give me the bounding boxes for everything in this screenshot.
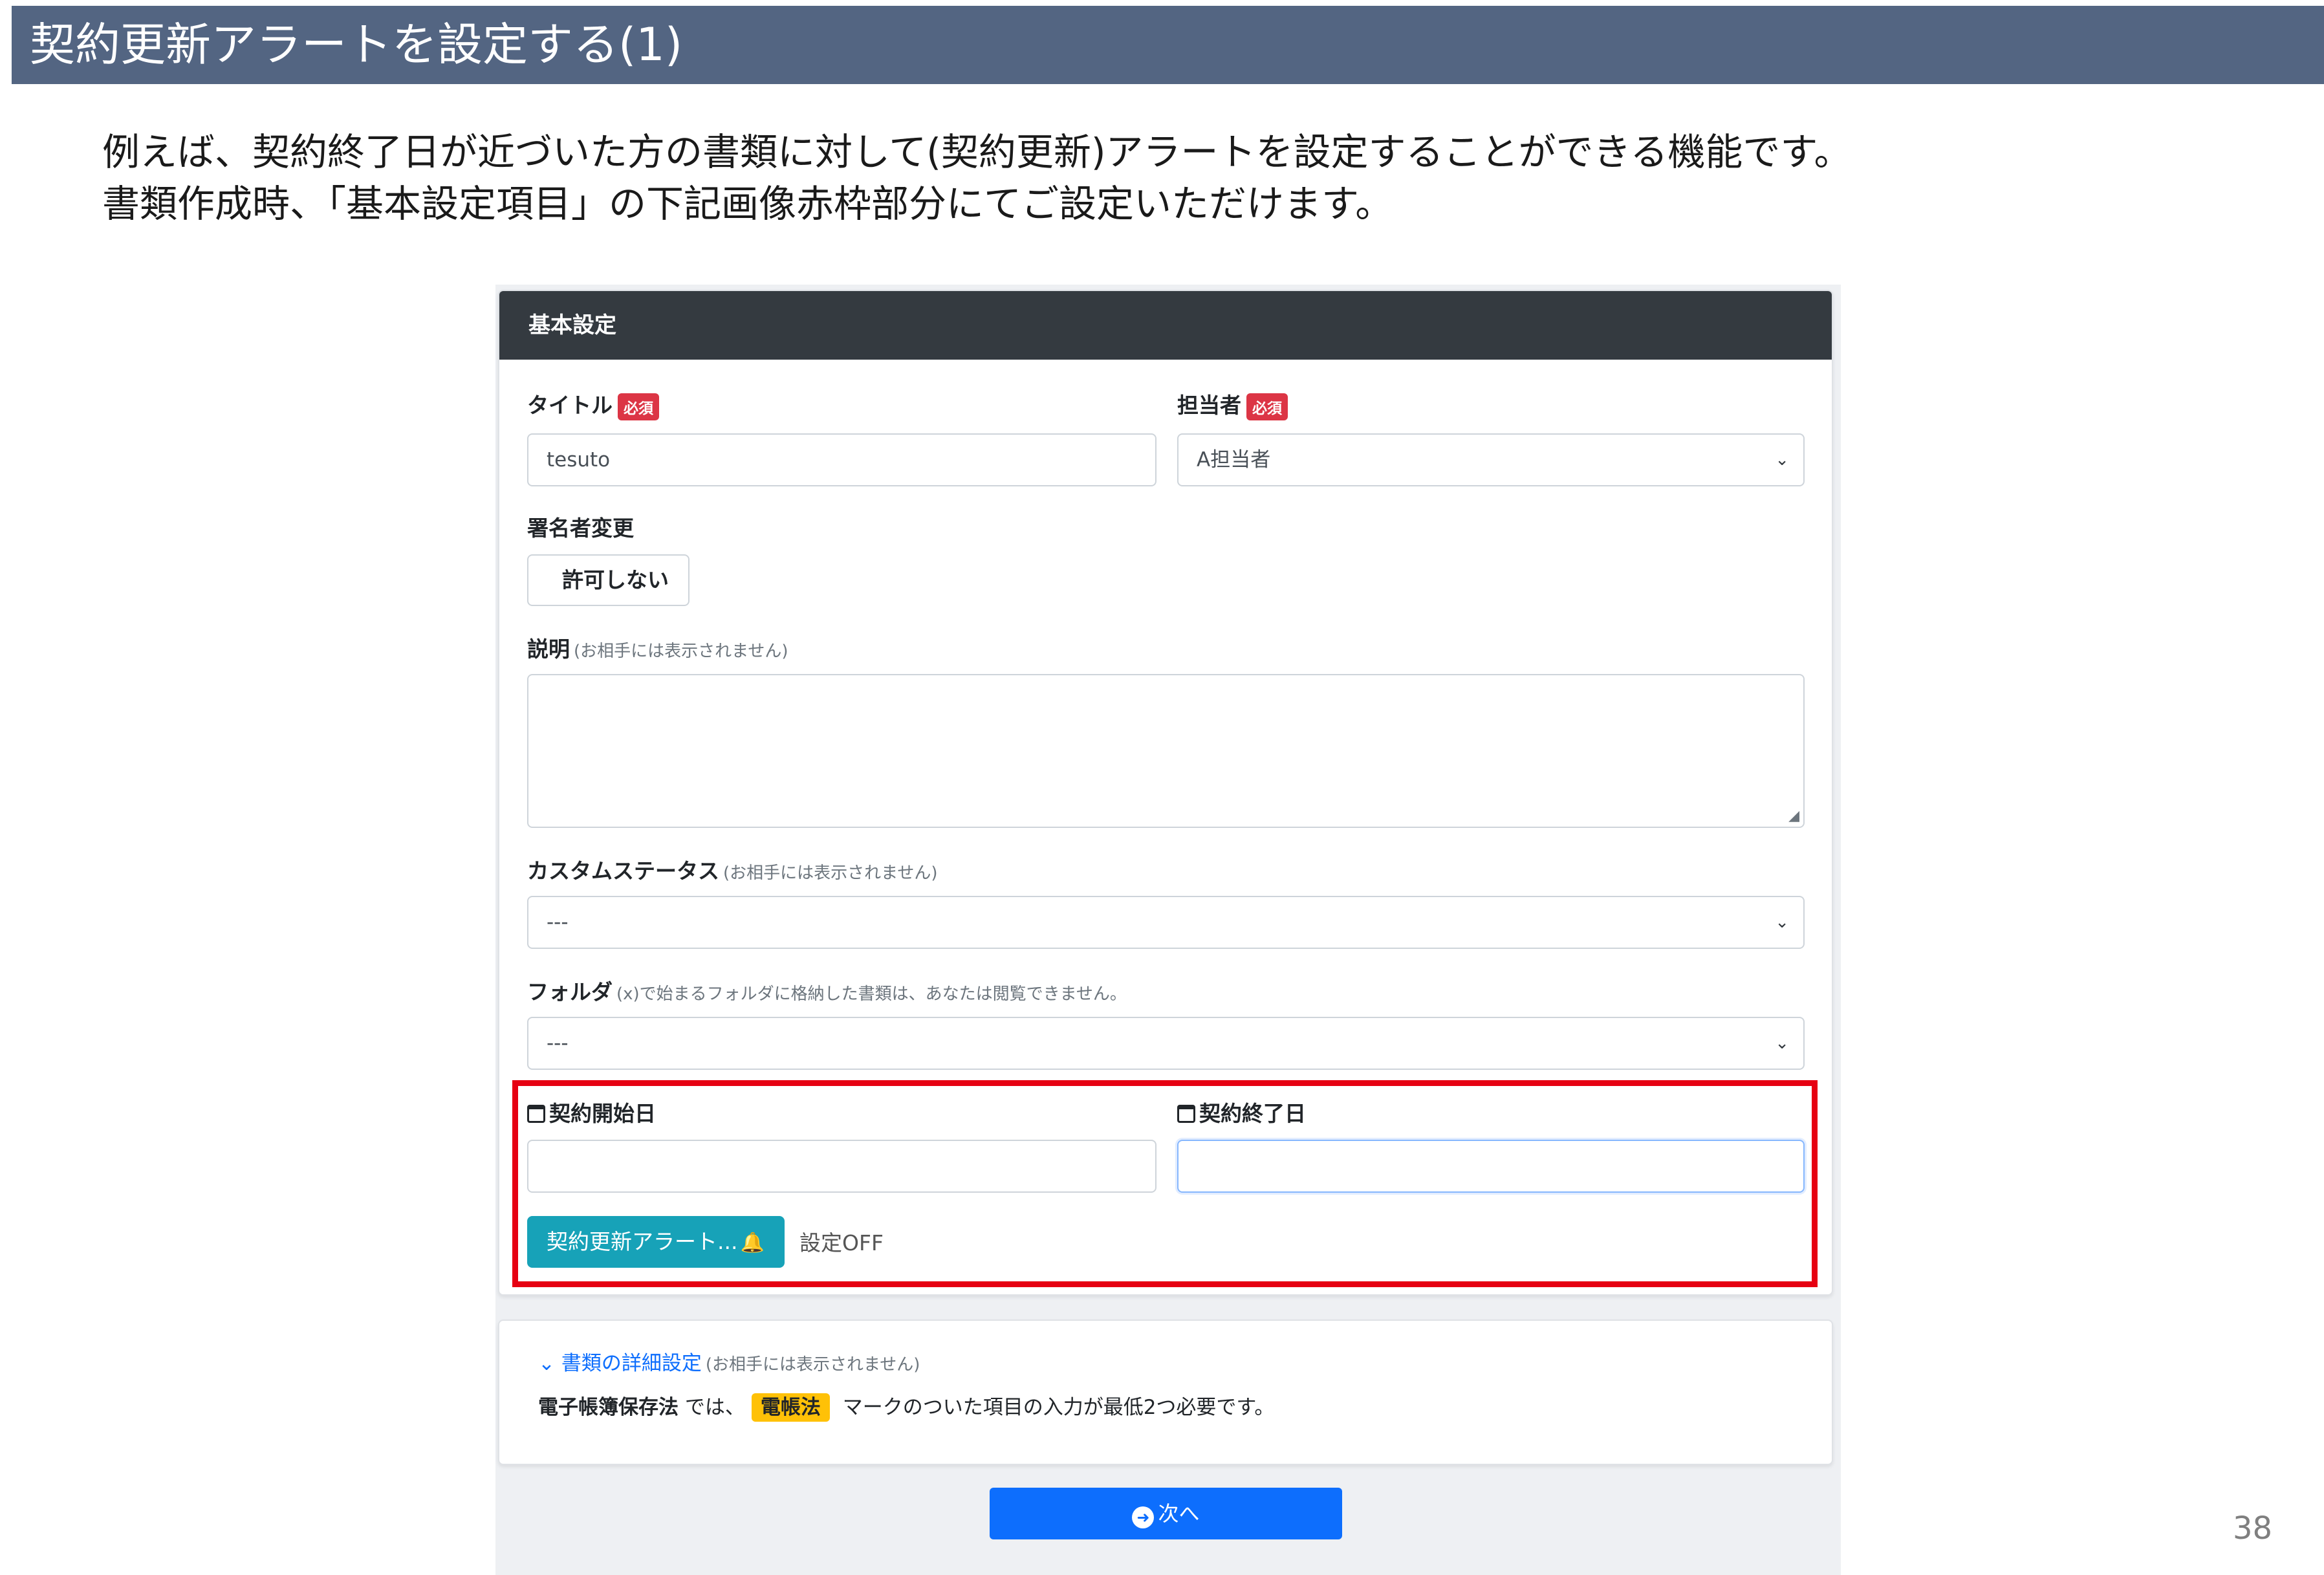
signer-change-label: 署名者変更 (527, 516, 634, 541)
note-tail: マークのついた項目の入力が最低2つ必要です。 (836, 1396, 1275, 1419)
folder-label-text: フォルダ (527, 979, 613, 1005)
chevron-down-icon: ⌄ (1775, 1034, 1789, 1053)
title-input[interactable]: tesuto (527, 433, 1157, 486)
custom-status-hint: (お相手には表示されません) (723, 864, 938, 883)
card-title: 基本設定 (499, 291, 1832, 360)
description-label: 説明 (お相手には表示されません) (527, 632, 788, 663)
folder-label: フォルダ (x)で始まるフォルダに格納した書類は、あなたは閲覧できません。 (527, 975, 1127, 1006)
detail-settings-toggle[interactable]: ⌄ 書類の詳細設定 (お相手には表示されません) (538, 1347, 920, 1376)
detail-toggle-label: 書類の詳細設定 (561, 1352, 702, 1375)
ebook-law-note: 電子帳簿保存法 では、 電帳法 マークのついた項目の入力が最低2つ必要です。 (538, 1391, 1275, 1422)
description-hint: (お相手には表示されません) (574, 642, 788, 661)
law-name: 電子帳簿保存法 (538, 1396, 679, 1419)
title-label: タイトル 必須 (527, 388, 659, 420)
required-badge: 必須 (1246, 393, 1288, 420)
detail-toggle-hint: (お相手には表示されません) (705, 1355, 920, 1374)
description-label-text: 説明 (527, 636, 570, 662)
note-mid: では、 (679, 1396, 745, 1419)
lead-line-2: 書類作成時、「基本設定項目」の下記画像赤枠部分にてご設定いただけます。 (102, 182, 1393, 226)
title-input-value: tesuto (547, 448, 611, 472)
folder-select[interactable]: --- ⌄ (527, 1017, 1805, 1070)
signer-change-button[interactable]: 許可しない (527, 554, 690, 606)
lead-line-1: 例えば、契約終了日が近づいた方の書類に対して(契約更新)アラートを設定することが… (102, 130, 1852, 174)
chevron-down-icon: ⌄ (538, 1352, 561, 1375)
assignee-select[interactable]: A担当者 ⌄ (1177, 433, 1805, 486)
resize-handle-icon[interactable]: ◢ (1788, 808, 1799, 824)
highlight-frame (512, 1080, 1818, 1287)
custom-status-select-value: --- (547, 911, 569, 934)
title-label-text: タイトル (527, 393, 613, 418)
next-button[interactable]: ➜ 次へ (990, 1488, 1342, 1539)
detail-settings-card: ⌄ 書類の詳細設定 (お相手には表示されません) 電子帳簿保存法 では、 電帳法 マ… (498, 1320, 1833, 1465)
chevron-down-icon: ⌄ (1775, 913, 1789, 932)
custom-status-label-text: カスタムステータス (527, 858, 719, 884)
next-button-label: 次へ (1158, 1501, 1200, 1526)
custom-status-label: カスタムステータス (お相手には表示されません) (527, 854, 938, 885)
folder-select-value: --- (547, 1032, 569, 1055)
required-badge: 必須 (618, 393, 659, 420)
chevron-down-icon: ⌄ (1775, 450, 1789, 470)
description-textarea[interactable]: ◢ (527, 674, 1805, 828)
ebook-law-badge: 電帳法 (751, 1393, 830, 1422)
custom-status-select[interactable]: --- ⌄ (527, 896, 1805, 949)
assignee-label-text: 担当者 (1177, 393, 1241, 418)
assignee-label: 担当者 必須 (1177, 388, 1288, 420)
lead-text: 例えば、契約終了日が近づいた方の書類に対して(契約更新)アラートを設定することが… (102, 126, 1852, 230)
assignee-select-value: A担当者 (1197, 448, 1271, 472)
page-number: 38 (2233, 1510, 2273, 1547)
arrow-right-circle-icon: ➜ (1132, 1506, 1155, 1528)
folder-hint: (x)で始まるフォルダに格納した書類は、あなたは閲覧できません。 (616, 984, 1127, 1004)
slide-title: 契約更新アラートを設定する(1) (12, 6, 2324, 84)
